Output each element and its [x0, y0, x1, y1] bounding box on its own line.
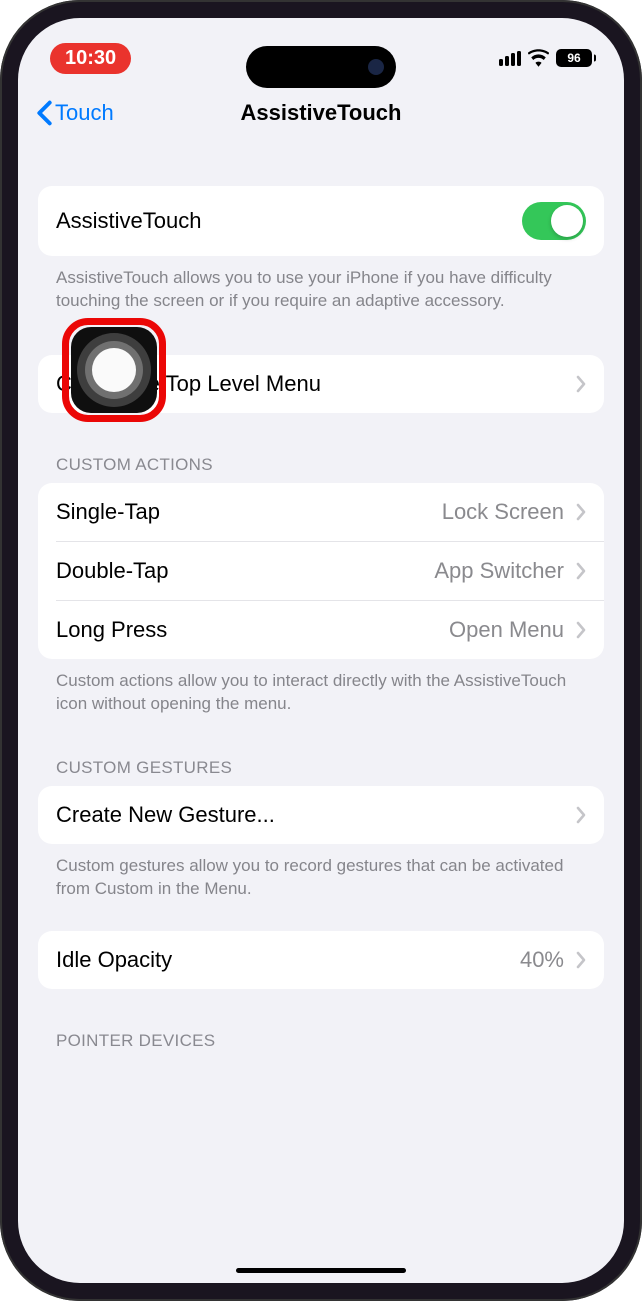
custom-gestures-footer: Custom gestures allow you to record gest…	[38, 844, 604, 901]
double-tap-value: App Switcher	[434, 558, 564, 584]
chevron-right-icon	[576, 503, 586, 521]
custom-actions-group: Single-Tap Lock Screen Double-Tap App Sw…	[38, 483, 604, 659]
assistivetouch-icon	[77, 333, 151, 407]
assistivetouch-description: AssistiveTouch allows you to use your iP…	[38, 256, 604, 313]
chevron-right-icon	[576, 951, 586, 969]
status-time-recording[interactable]: 10:30	[50, 43, 131, 74]
idle-opacity-group: Idle Opacity 40%	[38, 931, 604, 989]
single-tap-row[interactable]: Single-Tap Lock Screen	[38, 483, 604, 541]
chevron-right-icon	[576, 806, 586, 824]
idle-opacity-value: 40%	[520, 947, 564, 973]
pointer-devices-header: POINTER DEVICES	[38, 1031, 604, 1059]
long-press-label: Long Press	[56, 617, 167, 643]
idle-opacity-row[interactable]: Idle Opacity 40%	[38, 931, 604, 989]
double-tap-label: Double-Tap	[56, 558, 169, 584]
assistivetouch-toggle-row[interactable]: AssistiveTouch	[38, 186, 604, 256]
phone-frame: 10:30 96 Touch AssistiveTouch	[0, 0, 642, 1301]
single-tap-value: Lock Screen	[442, 499, 564, 525]
idle-opacity-label: Idle Opacity	[56, 947, 172, 973]
front-camera	[368, 59, 384, 75]
home-indicator[interactable]	[236, 1268, 406, 1273]
double-tap-row[interactable]: Double-Tap App Switcher	[56, 541, 604, 600]
back-label: Touch	[55, 100, 114, 126]
assistivetouch-switch[interactable]	[522, 202, 586, 240]
custom-gestures-group: Create New Gesture...	[38, 786, 604, 844]
battery-indicator: 96	[556, 49, 592, 67]
assistivetouch-floating-button-highlight	[62, 318, 166, 422]
settings-content: AssistiveTouch AssistiveTouch allows you…	[18, 138, 624, 1059]
wifi-icon	[528, 49, 549, 67]
chevron-right-icon	[576, 621, 586, 639]
single-tap-label: Single-Tap	[56, 499, 160, 525]
back-button[interactable]: Touch	[36, 100, 114, 126]
page-title: AssistiveTouch	[241, 100, 402, 126]
assistivetouch-toggle-group: AssistiveTouch	[38, 186, 604, 256]
chevron-right-icon	[576, 375, 586, 393]
status-indicators: 96	[499, 49, 592, 67]
screen: 10:30 96 Touch AssistiveTouch	[18, 18, 624, 1283]
chevron-left-icon	[36, 100, 53, 126]
cellular-signal-icon	[499, 51, 521, 66]
create-gesture-label: Create New Gesture...	[56, 802, 275, 828]
dynamic-island	[246, 46, 396, 88]
long-press-row[interactable]: Long Press Open Menu	[56, 600, 604, 659]
custom-actions-header: CUSTOM ACTIONS	[38, 455, 604, 483]
switch-knob	[551, 205, 583, 237]
assistivetouch-toggle-label: AssistiveTouch	[56, 208, 202, 234]
custom-actions-footer: Custom actions allow you to interact dir…	[38, 659, 604, 716]
custom-gestures-header: CUSTOM GESTURES	[38, 758, 604, 786]
assistivetouch-floating-button[interactable]	[71, 327, 157, 413]
long-press-value: Open Menu	[449, 617, 564, 643]
create-new-gesture-row[interactable]: Create New Gesture...	[38, 786, 604, 844]
chevron-right-icon	[576, 562, 586, 580]
